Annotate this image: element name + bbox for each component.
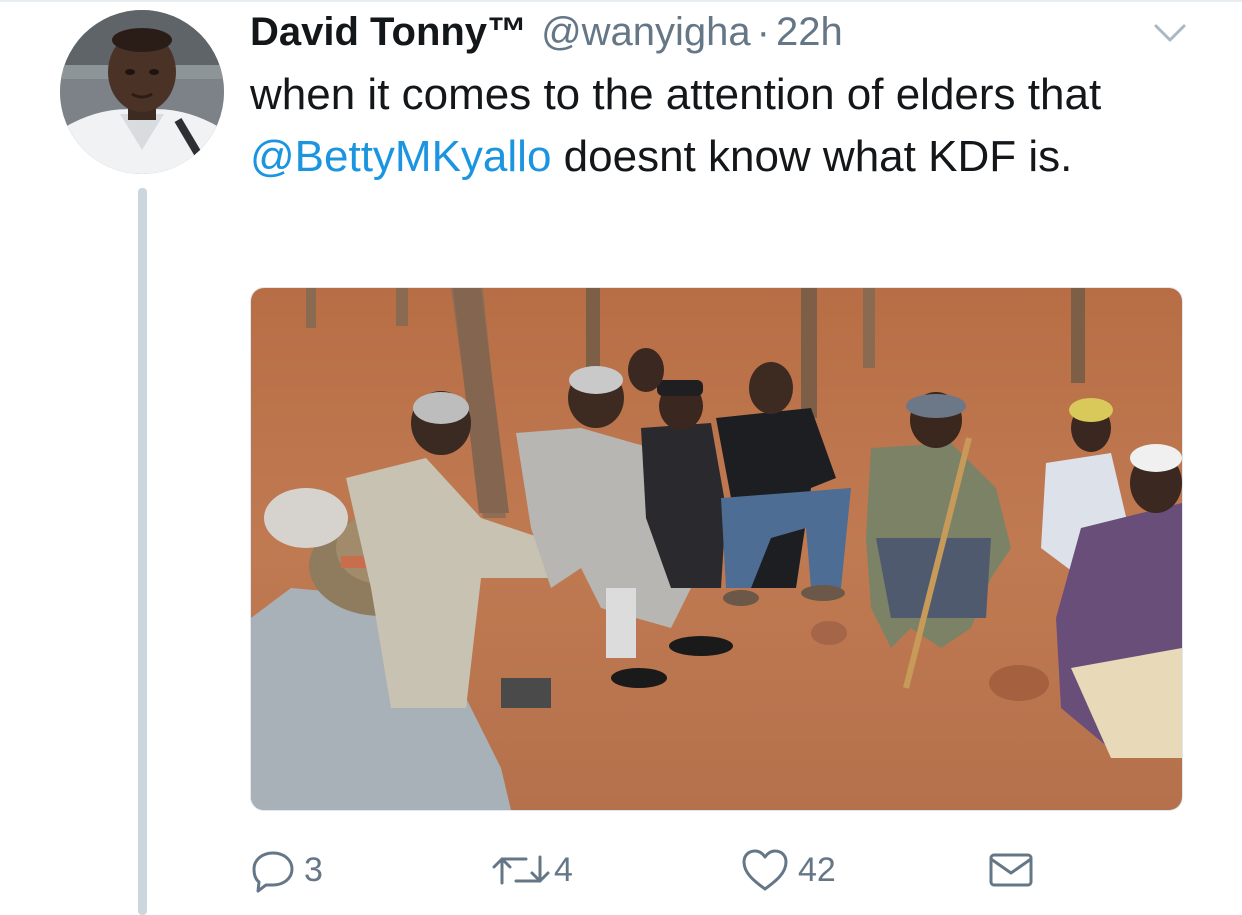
display-name[interactable]: David Tonny™ (250, 10, 527, 55)
like-count: 42 (798, 850, 836, 889)
tweet-text-end: doesnt know what KDF is. (551, 132, 1073, 181)
thread-line (138, 188, 147, 915)
retweet-icon (492, 855, 550, 885)
heart-icon (742, 849, 788, 891)
timestamp[interactable]: 22h (776, 10, 843, 55)
retweet-button[interactable]: 4 (490, 840, 573, 900)
top-divider (0, 0, 1242, 2)
like-button[interactable]: 42 (740, 840, 836, 900)
mention-link[interactable]: @BettyMKyallo (250, 132, 551, 181)
user-handle[interactable]: @wanyigha (541, 10, 751, 55)
reply-button[interactable]: 3 (250, 840, 323, 900)
avatar-image (60, 10, 224, 174)
separator: · (756, 10, 770, 54)
envelope-icon (989, 853, 1033, 887)
tweet-header: David Tonny™ @wanyigha · 22h (250, 10, 843, 60)
tweet-text: when it comes to the attention of elders… (250, 64, 1190, 188)
reply-count: 3 (304, 850, 323, 889)
retweet-count: 4 (554, 850, 573, 889)
chevron-down-icon[interactable] (1150, 18, 1190, 48)
direct-message-button[interactable] (988, 840, 1034, 900)
tweet-photo[interactable] (250, 287, 1183, 811)
tweet-text-start: when it comes to the attention of elders… (250, 70, 1102, 119)
tweet-actions: 3 4 42 (250, 840, 1050, 900)
photo-image (251, 288, 1182, 810)
avatar[interactable] (60, 10, 224, 174)
reply-icon (252, 851, 294, 893)
